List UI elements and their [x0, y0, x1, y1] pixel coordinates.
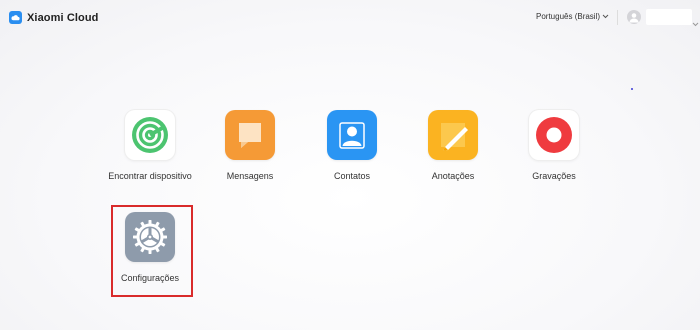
app-recordings[interactable]: Gravações [504, 110, 604, 195]
app-label: Encontrar dispositivo [108, 171, 192, 181]
app-label: Mensagens [226, 171, 274, 181]
language-selector[interactable]: Português (Brasil) [536, 12, 609, 21]
user-name-redacted [646, 9, 692, 25]
user-menu[interactable] [627, 10, 641, 24]
app-label: Gravações [532, 171, 576, 181]
brand-name: Xiaomi Cloud [27, 11, 99, 24]
app-find-device[interactable]: Encontrar dispositivo [100, 110, 200, 195]
recordings-icon [529, 110, 579, 160]
selection-highlight [111, 205, 193, 297]
app-label: Contatos [333, 171, 371, 181]
app-messages[interactable]: Mensagens [200, 110, 300, 195]
language-label: Português (Brasil) [536, 12, 601, 21]
header-divider [617, 10, 618, 25]
app-notes[interactable]: Anotações [403, 110, 503, 195]
page: Xiaomi Cloud Português (Brasil) Encontra… [0, 0, 700, 330]
app-contacts[interactable]: Contatos [302, 110, 402, 195]
brand-logo[interactable]: Xiaomi Cloud [9, 11, 98, 24]
contacts-icon [327, 110, 377, 160]
header: Xiaomi Cloud Português (Brasil) [0, 0, 700, 36]
app-label: Anotações [431, 171, 475, 181]
user-chevron-down-icon[interactable] [692, 14, 699, 32]
notes-icon [428, 110, 478, 160]
avatar [627, 10, 641, 24]
chevron-down-icon [602, 12, 609, 21]
messages-icon [225, 110, 275, 160]
cloud-icon [9, 11, 22, 24]
indicator-dot [631, 88, 633, 90]
find-device-icon [125, 110, 175, 160]
